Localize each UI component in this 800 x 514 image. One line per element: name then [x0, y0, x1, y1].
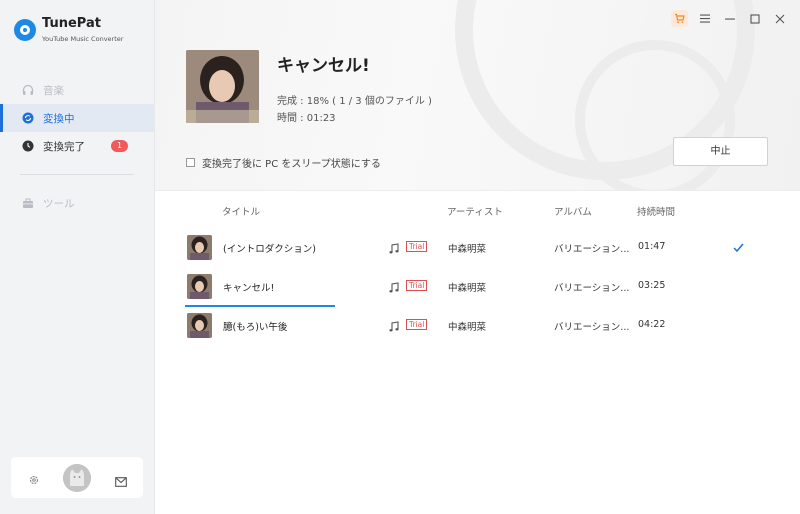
- track-artist: 中森明菜: [448, 283, 487, 294]
- sidebar-item-tools[interactable]: ツール: [0, 189, 154, 217]
- track-duration: 03:25: [638, 280, 666, 291]
- menu-icon[interactable]: [696, 10, 713, 27]
- elapsed-time-text: 時間 : 01:23: [277, 113, 336, 124]
- music-note-icon: [388, 318, 400, 332]
- now-converting-panel: キャンセル! 完成 : 18% ( 1 / 3 個のファイル ) 時間 : 01…: [155, 0, 800, 190]
- sidebar-item-label: 音楽: [43, 84, 64, 97]
- minimize-icon[interactable]: [721, 10, 738, 27]
- track-title: (イントロダクション): [223, 244, 316, 255]
- track-row[interactable]: (イントロダクション) Trial 中森明菜 バリエーション... 01:47: [185, 229, 775, 268]
- track-title: 臆(もろ)い午後: [223, 322, 288, 333]
- sleep-checkbox[interactable]: [186, 158, 195, 167]
- track-thumbnail: [187, 235, 212, 260]
- track-album: バリエーション...: [554, 283, 630, 294]
- track-thumbnail: [187, 313, 212, 338]
- track-duration: 04:22: [638, 319, 666, 330]
- sidebar: TunePat YouTube Music Converter 音楽 変換中 変…: [0, 0, 155, 514]
- sleep-after-convert-option[interactable]: 変換完了後に PC をスリープ状態にする: [186, 155, 381, 170]
- sidebar-nav: 音楽 変換中 変換完了 1 ツール: [0, 76, 154, 217]
- track-row[interactable]: 臆(もろ)い午後 Trial 中森明菜 バリエーション... 04:22: [185, 307, 775, 346]
- background-vinyl-decoration: [575, 40, 735, 190]
- sleep-option-label: 変換完了後に PC をスリープ状態にする: [202, 159, 381, 170]
- avatar[interactable]: [63, 464, 91, 492]
- column-header-duration: 持続時間: [637, 207, 676, 218]
- cart-icon[interactable]: [671, 10, 688, 27]
- close-icon[interactable]: [771, 10, 788, 27]
- sidebar-item-label: 変換中: [43, 112, 75, 125]
- stop-button[interactable]: 中止: [673, 137, 768, 166]
- mail-icon[interactable]: [115, 472, 127, 487]
- sidebar-item-converting[interactable]: 変換中: [0, 104, 154, 132]
- track-thumbnail: [187, 274, 212, 299]
- track-list-header: タイトル アーティスト アルバム 持続時間: [155, 190, 800, 226]
- track-title: キャンセル!: [223, 283, 275, 294]
- sidebar-item-music[interactable]: 音楽: [0, 76, 154, 104]
- music-note-icon: [388, 240, 400, 254]
- trial-badge: Trial: [406, 241, 428, 252]
- track-duration: 01:47: [638, 241, 666, 252]
- maximize-icon[interactable]: [746, 10, 763, 27]
- album-cover: [186, 50, 259, 123]
- music-note-icon: [388, 279, 400, 293]
- converting-song-title: キャンセル!: [277, 56, 370, 76]
- column-header-title: タイトル: [222, 207, 261, 218]
- track-artist: 中森明菜: [448, 244, 487, 255]
- brand-subtitle: YouTube Music Converter: [42, 35, 124, 43]
- converting-icon: [22, 112, 34, 124]
- main-panel: キャンセル! 完成 : 18% ( 1 / 3 個のファイル ) 時間 : 01…: [155, 0, 800, 514]
- track-album: バリエーション...: [554, 244, 630, 255]
- track-album: バリエーション...: [554, 322, 630, 333]
- trial-badge: Trial: [406, 280, 428, 291]
- done-check-icon: [732, 239, 745, 253]
- column-header-artist: アーティスト: [447, 207, 503, 218]
- sidebar-item-label: 変換完了: [43, 140, 85, 153]
- sidebar-item-converted[interactable]: 変換完了 1: [0, 132, 154, 160]
- sidebar-item-label: ツール: [43, 197, 75, 210]
- progress-text: 完成 : 18% ( 1 / 3 個のファイル ): [277, 96, 432, 107]
- clock-icon: [22, 140, 34, 152]
- column-header-album: アルバム: [554, 207, 592, 218]
- tunepat-logo-icon: [14, 19, 36, 41]
- nav-divider: [20, 174, 134, 175]
- trial-badge: Trial: [406, 319, 428, 330]
- window-controls: [671, 10, 788, 27]
- toolbox-icon: [22, 197, 34, 209]
- gear-icon[interactable]: [28, 471, 40, 485]
- brand: TunePat YouTube Music Converter: [14, 16, 123, 43]
- account-card: [11, 457, 143, 498]
- headphones-icon: [22, 84, 34, 96]
- converted-count-badge: 1: [111, 140, 128, 152]
- track-row[interactable]: キャンセル! Trial 中森明菜 バリエーション... 03:25: [185, 268, 775, 307]
- brand-name: TunePat: [42, 16, 101, 31]
- track-artist: 中森明菜: [448, 322, 487, 333]
